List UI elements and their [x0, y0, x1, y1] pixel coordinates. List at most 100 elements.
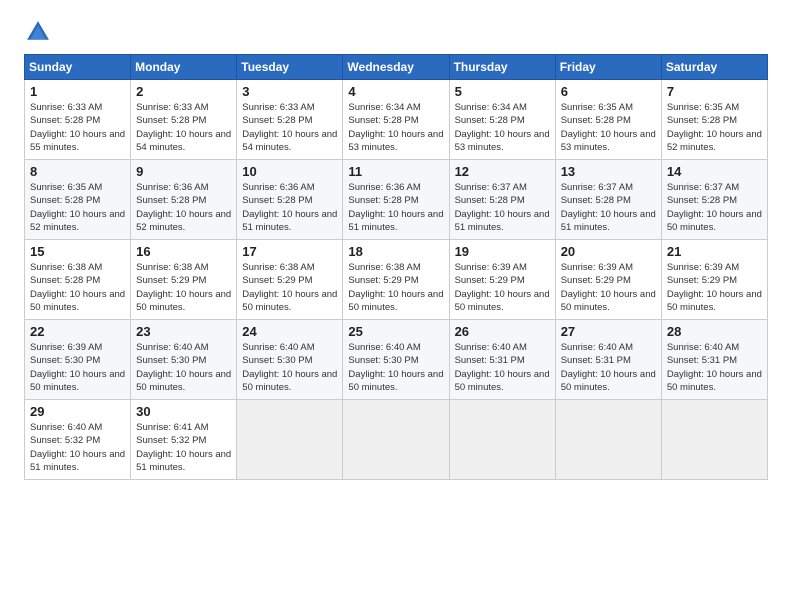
day-number: 20 — [561, 244, 656, 259]
cell-info: Sunrise: 6:40 AMSunset: 5:31 PMDaylight:… — [667, 342, 762, 393]
calendar-cell: 2 Sunrise: 6:33 AMSunset: 5:28 PMDayligh… — [131, 80, 237, 160]
calendar-cell: 6 Sunrise: 6:35 AMSunset: 5:28 PMDayligh… — [555, 80, 661, 160]
calendar-cell: 14 Sunrise: 6:37 AMSunset: 5:28 PMDaylig… — [661, 160, 767, 240]
cell-info: Sunrise: 6:35 AMSunset: 5:28 PMDaylight:… — [667, 102, 762, 153]
day-number: 22 — [30, 324, 125, 339]
cell-info: Sunrise: 6:40 AMSunset: 5:31 PMDaylight:… — [561, 342, 656, 393]
calendar-cell: 21 Sunrise: 6:39 AMSunset: 5:29 PMDaylig… — [661, 240, 767, 320]
calendar-cell: 16 Sunrise: 6:38 AMSunset: 5:29 PMDaylig… — [131, 240, 237, 320]
day-number: 30 — [136, 404, 231, 419]
day-number: 4 — [348, 84, 443, 99]
day-number: 2 — [136, 84, 231, 99]
calendar-cell: 29 Sunrise: 6:40 AMSunset: 5:32 PMDaylig… — [25, 400, 131, 480]
calendar-cell — [237, 400, 343, 480]
calendar-cell — [343, 400, 449, 480]
calendar-cell: 25 Sunrise: 6:40 AMSunset: 5:30 PMDaylig… — [343, 320, 449, 400]
day-number: 15 — [30, 244, 125, 259]
cell-info: Sunrise: 6:33 AMSunset: 5:28 PMDaylight:… — [30, 102, 125, 153]
cell-info: Sunrise: 6:40 AMSunset: 5:31 PMDaylight:… — [455, 342, 550, 393]
calendar-week-row: 8 Sunrise: 6:35 AMSunset: 5:28 PMDayligh… — [25, 160, 768, 240]
cell-info: Sunrise: 6:37 AMSunset: 5:28 PMDaylight:… — [455, 182, 550, 233]
day-number: 6 — [561, 84, 656, 99]
cell-info: Sunrise: 6:40 AMSunset: 5:32 PMDaylight:… — [30, 422, 125, 473]
cell-info: Sunrise: 6:38 AMSunset: 5:29 PMDaylight:… — [242, 262, 337, 313]
calendar-header-row: SundayMondayTuesdayWednesdayThursdayFrid… — [25, 55, 768, 80]
calendar-header-thursday: Thursday — [449, 55, 555, 80]
day-number: 27 — [561, 324, 656, 339]
day-number: 14 — [667, 164, 762, 179]
day-number: 16 — [136, 244, 231, 259]
day-number: 5 — [455, 84, 550, 99]
calendar-header-wednesday: Wednesday — [343, 55, 449, 80]
calendar-cell: 11 Sunrise: 6:36 AMSunset: 5:28 PMDaylig… — [343, 160, 449, 240]
calendar-header-monday: Monday — [131, 55, 237, 80]
cell-info: Sunrise: 6:41 AMSunset: 5:32 PMDaylight:… — [136, 422, 231, 473]
day-number: 10 — [242, 164, 337, 179]
calendar-week-row: 1 Sunrise: 6:33 AMSunset: 5:28 PMDayligh… — [25, 80, 768, 160]
day-number: 24 — [242, 324, 337, 339]
calendar-week-row: 22 Sunrise: 6:39 AMSunset: 5:30 PMDaylig… — [25, 320, 768, 400]
calendar-cell: 3 Sunrise: 6:33 AMSunset: 5:28 PMDayligh… — [237, 80, 343, 160]
cell-info: Sunrise: 6:39 AMSunset: 5:29 PMDaylight:… — [561, 262, 656, 313]
day-number: 19 — [455, 244, 550, 259]
calendar-cell — [661, 400, 767, 480]
calendar-header-saturday: Saturday — [661, 55, 767, 80]
logo — [24, 18, 56, 46]
cell-info: Sunrise: 6:39 AMSunset: 5:30 PMDaylight:… — [30, 342, 125, 393]
calendar-cell: 7 Sunrise: 6:35 AMSunset: 5:28 PMDayligh… — [661, 80, 767, 160]
cell-info: Sunrise: 6:40 AMSunset: 5:30 PMDaylight:… — [348, 342, 443, 393]
calendar-cell: 23 Sunrise: 6:40 AMSunset: 5:30 PMDaylig… — [131, 320, 237, 400]
day-number: 29 — [30, 404, 125, 419]
day-number: 3 — [242, 84, 337, 99]
day-number: 17 — [242, 244, 337, 259]
calendar-header-tuesday: Tuesday — [237, 55, 343, 80]
calendar-cell — [449, 400, 555, 480]
cell-info: Sunrise: 6:38 AMSunset: 5:29 PMDaylight:… — [348, 262, 443, 313]
calendar-cell: 27 Sunrise: 6:40 AMSunset: 5:31 PMDaylig… — [555, 320, 661, 400]
day-number: 26 — [455, 324, 550, 339]
calendar-cell: 13 Sunrise: 6:37 AMSunset: 5:28 PMDaylig… — [555, 160, 661, 240]
day-number: 11 — [348, 164, 443, 179]
day-number: 23 — [136, 324, 231, 339]
calendar-cell: 8 Sunrise: 6:35 AMSunset: 5:28 PMDayligh… — [25, 160, 131, 240]
day-number: 8 — [30, 164, 125, 179]
day-number: 18 — [348, 244, 443, 259]
day-number: 12 — [455, 164, 550, 179]
cell-info: Sunrise: 6:37 AMSunset: 5:28 PMDaylight:… — [561, 182, 656, 233]
cell-info: Sunrise: 6:37 AMSunset: 5:28 PMDaylight:… — [667, 182, 762, 233]
calendar-cell: 18 Sunrise: 6:38 AMSunset: 5:29 PMDaylig… — [343, 240, 449, 320]
cell-info: Sunrise: 6:38 AMSunset: 5:29 PMDaylight:… — [136, 262, 231, 313]
day-number: 13 — [561, 164, 656, 179]
calendar-cell: 10 Sunrise: 6:36 AMSunset: 5:28 PMDaylig… — [237, 160, 343, 240]
calendar-cell: 20 Sunrise: 6:39 AMSunset: 5:29 PMDaylig… — [555, 240, 661, 320]
cell-info: Sunrise: 6:40 AMSunset: 5:30 PMDaylight:… — [136, 342, 231, 393]
cell-info: Sunrise: 6:33 AMSunset: 5:28 PMDaylight:… — [136, 102, 231, 153]
day-number: 7 — [667, 84, 762, 99]
calendar-cell: 12 Sunrise: 6:37 AMSunset: 5:28 PMDaylig… — [449, 160, 555, 240]
calendar-cell: 26 Sunrise: 6:40 AMSunset: 5:31 PMDaylig… — [449, 320, 555, 400]
cell-info: Sunrise: 6:39 AMSunset: 5:29 PMDaylight:… — [667, 262, 762, 313]
day-number: 21 — [667, 244, 762, 259]
calendar-cell: 28 Sunrise: 6:40 AMSunset: 5:31 PMDaylig… — [661, 320, 767, 400]
cell-info: Sunrise: 6:40 AMSunset: 5:30 PMDaylight:… — [242, 342, 337, 393]
calendar-header-friday: Friday — [555, 55, 661, 80]
cell-info: Sunrise: 6:36 AMSunset: 5:28 PMDaylight:… — [136, 182, 231, 233]
day-number: 28 — [667, 324, 762, 339]
cell-info: Sunrise: 6:35 AMSunset: 5:28 PMDaylight:… — [30, 182, 125, 233]
day-number: 9 — [136, 164, 231, 179]
calendar-cell: 17 Sunrise: 6:38 AMSunset: 5:29 PMDaylig… — [237, 240, 343, 320]
calendar-header-sunday: Sunday — [25, 55, 131, 80]
calendar-cell: 19 Sunrise: 6:39 AMSunset: 5:29 PMDaylig… — [449, 240, 555, 320]
logo-icon — [24, 18, 52, 46]
calendar-cell — [555, 400, 661, 480]
calendar-cell: 30 Sunrise: 6:41 AMSunset: 5:32 PMDaylig… — [131, 400, 237, 480]
header — [24, 18, 768, 46]
calendar-cell: 5 Sunrise: 6:34 AMSunset: 5:28 PMDayligh… — [449, 80, 555, 160]
cell-info: Sunrise: 6:39 AMSunset: 5:29 PMDaylight:… — [455, 262, 550, 313]
calendar-cell: 22 Sunrise: 6:39 AMSunset: 5:30 PMDaylig… — [25, 320, 131, 400]
calendar-week-row: 15 Sunrise: 6:38 AMSunset: 5:28 PMDaylig… — [25, 240, 768, 320]
cell-info: Sunrise: 6:38 AMSunset: 5:28 PMDaylight:… — [30, 262, 125, 313]
calendar-cell: 15 Sunrise: 6:38 AMSunset: 5:28 PMDaylig… — [25, 240, 131, 320]
cell-info: Sunrise: 6:36 AMSunset: 5:28 PMDaylight:… — [348, 182, 443, 233]
page: SundayMondayTuesdayWednesdayThursdayFrid… — [0, 0, 792, 612]
